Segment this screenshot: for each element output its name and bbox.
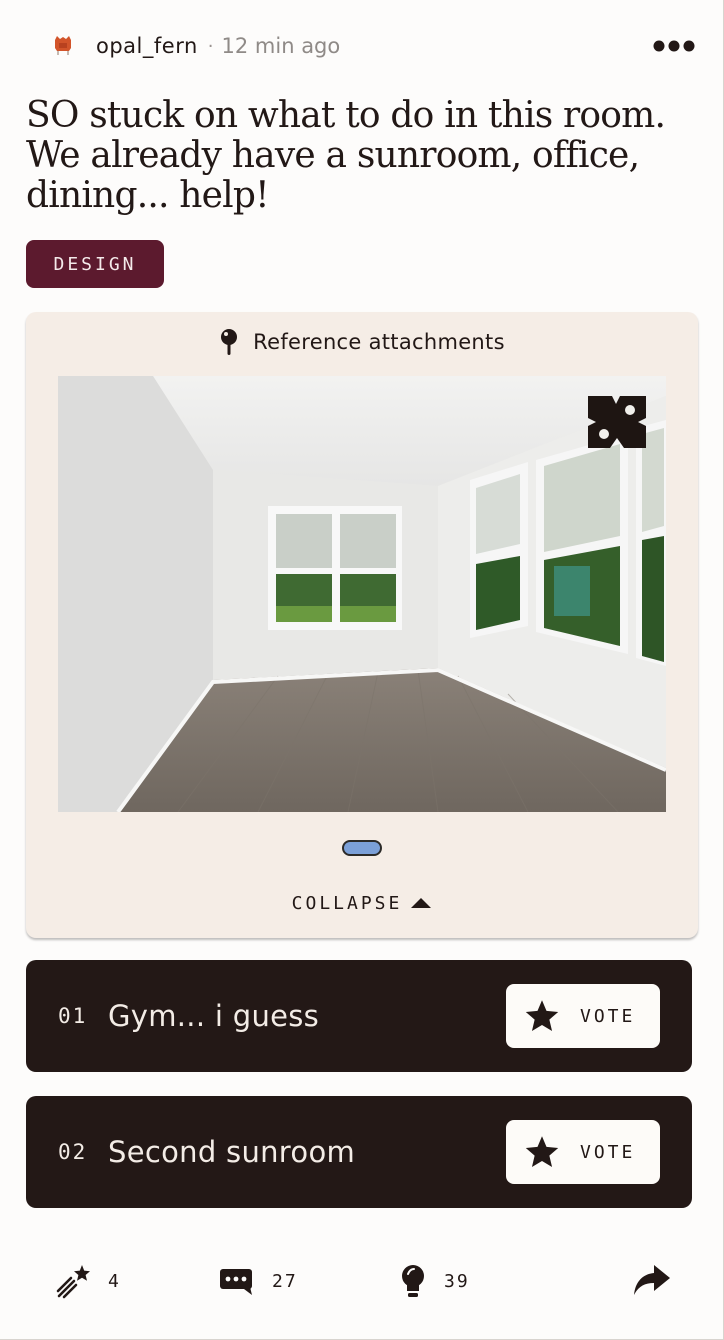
attachments-header: Reference attachments — [26, 326, 698, 358]
comments-stat[interactable]: 27 — [218, 1256, 298, 1306]
post-timestamp: 12 min ago — [221, 34, 341, 58]
category-tag[interactable]: DESIGN — [26, 240, 164, 288]
ideas-stat[interactable]: 39 — [398, 1256, 470, 1306]
option-number: 02 — [58, 1140, 88, 1164]
vote-label: VOTE — [580, 1141, 636, 1163]
star-icon — [525, 1000, 559, 1031]
idea-count: 39 — [444, 1270, 470, 1292]
collapse-label: COLLAPSE — [291, 892, 403, 914]
post-header: opal_fern · 12 min ago — [26, 26, 698, 66]
option-label: Second sunroom — [108, 1135, 356, 1169]
reference-attachments-panel: Reference attachments COLLAPSE — [26, 312, 698, 938]
vote-button[interactable]: VOTE — [506, 1120, 660, 1184]
armchair-avatar-icon[interactable] — [50, 33, 76, 59]
poll-option: 02 Second sunroom VOTE — [26, 1096, 692, 1208]
caret-up-icon — [411, 898, 432, 908]
pin-icon — [221, 329, 238, 355]
vote-label: VOTE — [580, 1005, 636, 1027]
share-arrow-icon — [634, 1265, 670, 1295]
shooting-star-icon — [56, 1265, 90, 1299]
option-label: Gym... i guess — [108, 999, 320, 1033]
meta-separator: · — [207, 35, 214, 57]
poll-option: 01 Gym... i guess VOTE — [26, 960, 692, 1072]
post-card: opal_fern · 12 min ago SO stuck on what … — [0, 0, 724, 1340]
share-button[interactable] — [632, 1263, 672, 1299]
vote-button[interactable]: VOTE — [506, 984, 660, 1048]
boost-stat[interactable]: 4 — [56, 1256, 121, 1306]
collapse-button[interactable]: COLLAPSE — [26, 888, 698, 918]
room-photo[interactable] — [58, 376, 666, 812]
lightbulb-icon — [402, 1265, 424, 1297]
comment-count: 27 — [272, 1270, 298, 1292]
brand-logo-icon — [588, 396, 646, 448]
more-options-button[interactable] — [650, 29, 698, 63]
post-footer: 4 27 39 — [26, 1256, 698, 1306]
attachments-label: Reference attachments — [253, 330, 505, 354]
boost-count: 4 — [108, 1270, 121, 1292]
carousel-page-indicator[interactable] — [342, 840, 382, 856]
post-title: SO stuck on what to do in this room. We … — [26, 95, 666, 216]
comment-bubble-icon — [220, 1269, 252, 1295]
author-username[interactable]: opal_fern — [96, 34, 198, 58]
option-number: 01 — [58, 1004, 88, 1028]
more-dots-icon — [653, 40, 695, 52]
star-icon — [525, 1136, 559, 1167]
